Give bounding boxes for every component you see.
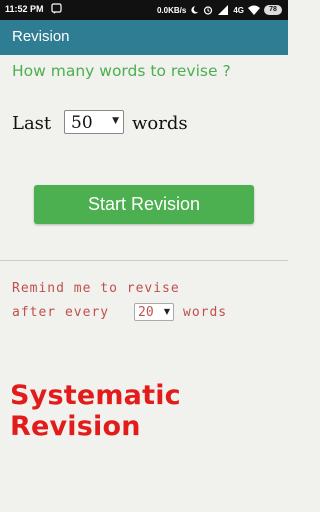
start-revision-button[interactable]: Start Revision — [34, 185, 254, 224]
network-type: 4G — [233, 5, 244, 15]
words-count-value: 50 — [71, 113, 93, 133]
reminder-line-2-prefix: after every — [12, 305, 110, 320]
dropdown-caret-icon: ▼ — [163, 307, 170, 316]
slogan-text: Systematic Revision — [10, 380, 181, 442]
revise-count-question: How many words to revise ? — [12, 62, 231, 80]
reminder-line-2-suffix: words — [183, 305, 228, 320]
moon-icon — [191, 6, 199, 14]
status-bar: 11:52 PM 0.0KB/s 4G 78 — [0, 0, 288, 20]
reminder-interval-select[interactable]: 20 ▼ — [134, 303, 174, 321]
network-speed: 0.0KB/s — [156, 5, 187, 15]
revise-count-row: Last 50 ▼ words — [12, 110, 288, 138]
app-title: Revision — [12, 28, 70, 45]
wifi-icon — [248, 5, 260, 15]
words-label: words — [132, 113, 188, 134]
last-label: Last — [12, 113, 52, 134]
dropdown-caret-icon: ▼ — [112, 116, 119, 126]
signal-icon — [218, 5, 229, 15]
battery-icon: 78 — [264, 5, 282, 15]
reminder-interval-value: 20 — [138, 305, 154, 320]
words-count-select[interactable]: 50 ▼ — [64, 110, 124, 134]
app-bar: Revision — [0, 20, 288, 55]
alarm-icon — [204, 6, 213, 15]
status-icons: 0.0KB/s 4G 78 — [157, 3, 282, 17]
status-time: 11:52 PM — [5, 4, 44, 14]
message-notification-icon — [51, 3, 62, 14]
reminder-line-1: Remind me to revise — [12, 281, 180, 296]
section-divider — [0, 260, 288, 261]
